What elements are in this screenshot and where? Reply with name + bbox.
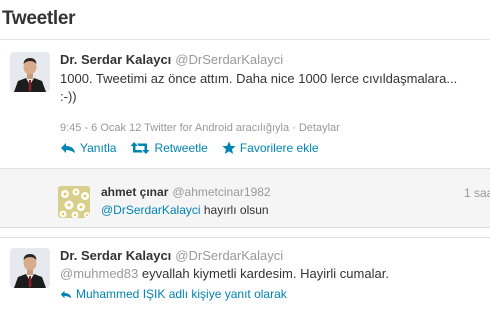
user-name[interactable]: Dr. Serdar Kalaycı <box>60 52 171 67</box>
screen-name[interactable]: @DrSerdarKalayci <box>175 52 283 67</box>
screen-name[interactable]: @ahmetcinar1982 <box>172 185 270 199</box>
tweet[interactable]: Dr. Serdar Kalaycı @DrSerdarKalayci 1000.… <box>0 40 490 168</box>
user-name[interactable]: ahmet çınar <box>101 185 168 199</box>
reply-label: Yanıtla <box>80 141 117 155</box>
star-icon <box>222 141 236 154</box>
tweet-gap <box>0 228 490 237</box>
page-title: Tweetler <box>2 8 76 29</box>
favorite-button[interactable]: Favorilere ekle <box>222 141 319 155</box>
tweet-header: Dr. Serdar Kalaycı @DrSerdarKalayci <box>60 52 283 67</box>
tweet-body: eyvallah kiymetli kardesim. Hayirli cuma… <box>138 266 389 281</box>
tweet-actions: Yanıtla Retweetle Favorilere ekle <box>60 141 333 155</box>
timestamp[interactable]: 1 saa <box>464 186 490 200</box>
retweet-icon <box>130 142 150 154</box>
user-name[interactable]: Dr. Serdar Kalaycı <box>60 248 171 263</box>
avatar[interactable] <box>10 52 50 92</box>
reply-tweet[interactable]: ahmet çınar @ahmetcinar1982 @DrSerdarKala… <box>0 168 490 228</box>
reply-header: ahmet çınar @ahmetcinar1982 <box>101 185 271 199</box>
avatar[interactable] <box>10 248 50 288</box>
tweet-text-line: :-)) <box>60 89 77 104</box>
avatar[interactable] <box>58 186 90 218</box>
tweet[interactable]: Dr. Serdar Kalaycı @DrSerdarKalayci @muhm… <box>0 237 490 311</box>
tweet-meta[interactable]: 9:45 - 6 Ocak 12 Twitter for Android ara… <box>60 122 340 134</box>
screen-name[interactable]: @DrSerdarKalayci <box>175 248 283 263</box>
reply-arrow-icon <box>60 290 72 298</box>
mention-link[interactable]: @DrSerdarKalayci <box>101 203 201 217</box>
retweet-button[interactable]: Retweetle <box>130 141 208 155</box>
reply-body: hayırlı olsun <box>200 203 269 217</box>
reply-button[interactable]: Yanıtla <box>60 141 116 155</box>
tweet-text: 1000. Tweetimi az önce attım. Daha nice … <box>60 70 490 106</box>
reply-text: @DrSerdarKalayci hayırlı olsun <box>101 203 269 217</box>
mention-link[interactable]: @muhmed83 <box>60 266 138 281</box>
in-reply-to-label: Muhammed IŞIK adlı kişiye yanıt olarak <box>76 287 287 301</box>
tweet-text-line: 1000. Tweetimi az önce attım. Daha nice … <box>60 71 458 86</box>
tweet-text: @muhmed83 eyvallah kiymetli kardesim. Ha… <box>60 265 490 283</box>
in-reply-to-link[interactable]: Muhammed IŞIK adlı kişiye yanıt olarak <box>60 287 287 301</box>
favorite-label: Favorilere ekle <box>239 141 319 155</box>
retweet-label: Retweetle <box>154 141 208 155</box>
reply-arrow-icon <box>61 143 75 153</box>
tweet-header: Dr. Serdar Kalaycı @DrSerdarKalayci <box>60 248 283 263</box>
